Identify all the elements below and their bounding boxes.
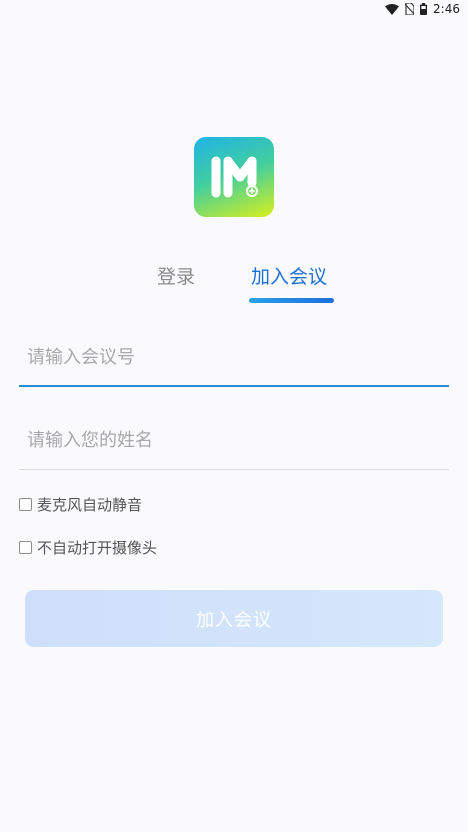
mute-mic-option[interactable]: 麦克风自动静音	[19, 494, 142, 515]
app-logo-icon	[194, 137, 274, 217]
tab-login[interactable]: 登录	[157, 262, 195, 289]
tab-join-meeting[interactable]: 加入会议	[251, 262, 327, 289]
status-bar: 2:46	[0, 0, 468, 20]
status-time: 2:46	[433, 2, 460, 16]
camera-off-label: 不自动打开摄像头	[37, 539, 158, 557]
meeting-id-underline	[19, 385, 449, 387]
camera-off-checkbox[interactable]	[19, 541, 32, 554]
name-input[interactable]	[19, 416, 449, 464]
battery-icon	[420, 3, 428, 15]
join-meeting-button[interactable]: 加入会议	[25, 590, 443, 647]
active-tab-indicator	[249, 298, 334, 303]
camera-off-option[interactable]: 不自动打开摄像头	[19, 537, 157, 558]
no-sim-icon	[405, 3, 415, 15]
wifi-icon	[385, 3, 400, 15]
status-icons: 2:46	[385, 2, 460, 16]
mute-mic-label: 麦克风自动静音	[37, 496, 143, 514]
mute-mic-checkbox[interactable]	[19, 498, 32, 511]
meeting-id-input[interactable]	[19, 333, 449, 381]
name-underline	[19, 469, 449, 470]
login-mode-tabs: 登录 加入会议	[0, 258, 468, 308]
